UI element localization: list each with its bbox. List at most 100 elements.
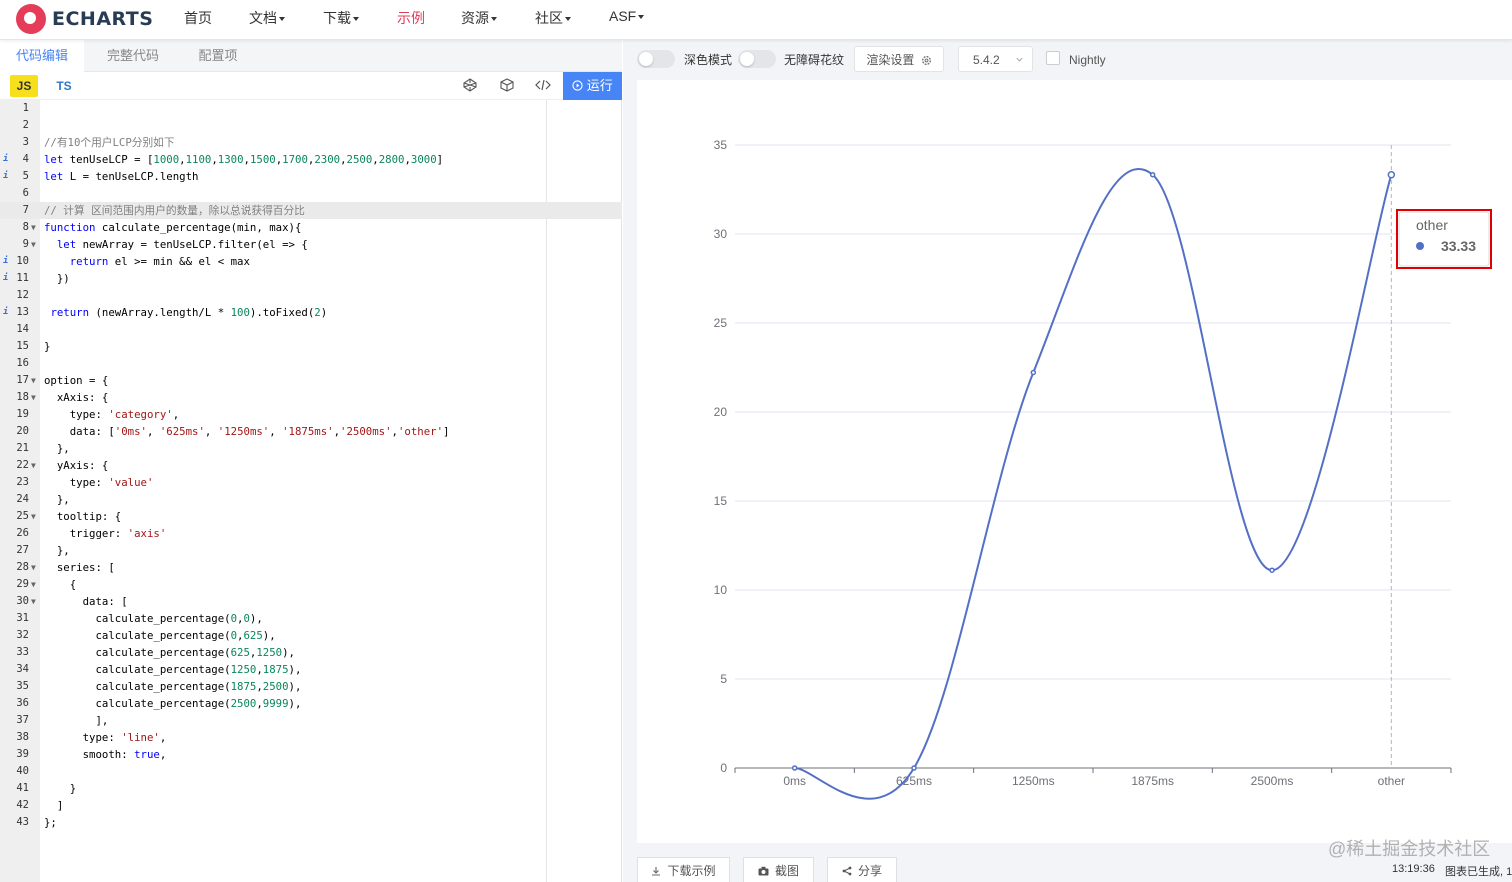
code-line[interactable]: 24 }, bbox=[0, 491, 622, 508]
code-text: calculate_percentage(0,0), bbox=[44, 612, 263, 625]
chart-container[interactable]: 0 5 10 15 20 25 30 35 0ms 625ms 1250ms 1875ms 2500ms… bbox=[637, 80, 1512, 843]
code-line[interactable]: 39 smooth: true, bbox=[0, 746, 622, 763]
nav-item-0[interactable]: 首页 bbox=[184, 8, 212, 28]
ts-toggle[interactable]: TS bbox=[50, 75, 78, 97]
nav-item-3[interactable]: 示例 bbox=[397, 8, 425, 28]
code-icon[interactable] bbox=[535, 78, 551, 95]
no-pattern-toggle[interactable] bbox=[738, 50, 776, 68]
data-point[interactable] bbox=[1149, 171, 1156, 178]
dark-mode-toggle[interactable] bbox=[637, 50, 675, 68]
render-settings-button[interactable]: 渲染设置 bbox=[854, 46, 944, 72]
screenshot-button[interactable]: 截图 bbox=[743, 857, 814, 882]
fold-arrow-icon[interactable]: ▼ bbox=[31, 372, 36, 389]
data-point[interactable] bbox=[911, 765, 917, 771]
y-tick-label: 35 bbox=[714, 138, 728, 152]
code-line[interactable]: 5 i let L = tenUseLCP.length bbox=[0, 168, 622, 185]
fold-arrow-icon[interactable]: ▼ bbox=[31, 236, 36, 253]
render-settings-label: 渲染设置 bbox=[866, 53, 915, 67]
code-line[interactable]: 17 ▼ option = { bbox=[0, 372, 622, 389]
data-point[interactable] bbox=[1269, 567, 1275, 573]
fold-arrow-icon[interactable]: ▼ bbox=[31, 508, 36, 525]
code-line[interactable]: 22 ▼ yAxis: { bbox=[0, 457, 622, 474]
code-line[interactable]: 14 bbox=[0, 321, 622, 338]
code-text: let tenUseLCP = [1000,1100,1300,1500,170… bbox=[44, 153, 444, 166]
code-line[interactable]: 6 bbox=[0, 185, 622, 202]
info-icon[interactable]: i bbox=[3, 168, 8, 185]
nightly-checkbox[interactable] bbox=[1046, 51, 1060, 65]
code-line[interactable]: 33 calculate_percentage(625,1250), bbox=[0, 644, 622, 661]
code-line[interactable]: 40 bbox=[0, 763, 622, 780]
code-line[interactable]: 38 type: 'line', bbox=[0, 729, 622, 746]
version-select[interactable]: 5.4.2 bbox=[958, 46, 1033, 72]
code-line[interactable]: 23 type: 'value' bbox=[0, 474, 622, 491]
caret-down-icon bbox=[491, 17, 497, 22]
nav-item-2[interactable]: 下载 bbox=[323, 8, 359, 28]
code-line[interactable]: 9 ▼ let newArray = tenUseLCP.filter(el =>… bbox=[0, 236, 622, 253]
data-point[interactable] bbox=[1387, 170, 1396, 179]
code-line[interactable]: 27 }, bbox=[0, 542, 622, 559]
code-line[interactable]: 30 ▼ data: [ bbox=[0, 593, 622, 610]
nav-item-5[interactable]: 社区 bbox=[535, 8, 571, 28]
line-chart[interactable]: 0 5 10 15 20 25 30 35 0ms 625ms 1250ms 1875ms 2500ms… bbox=[637, 80, 1512, 843]
code-line[interactable]: 41 } bbox=[0, 780, 622, 797]
fold-arrow-icon[interactable]: ▼ bbox=[31, 593, 36, 610]
echarts-logo[interactable]: ECHARTS bbox=[16, 2, 153, 36]
tab-option[interactable]: 配置项 bbox=[176, 40, 260, 72]
info-icon[interactable]: i bbox=[3, 151, 8, 168]
nav-item-6[interactable]: ASF bbox=[609, 8, 645, 24]
code-line[interactable]: 34 calculate_percentage(1250,1875), bbox=[0, 661, 622, 678]
code-line[interactable]: 31 calculate_percentage(0,0), bbox=[0, 610, 622, 627]
nav-item-4[interactable]: 资源 bbox=[461, 8, 497, 28]
code-line[interactable]: 7 // 计算 区间范围内用户的数量，除以总说获得百分比 bbox=[0, 202, 622, 219]
code-line[interactable]: 2 bbox=[0, 117, 622, 134]
data-point[interactable] bbox=[1030, 369, 1037, 376]
info-icon[interactable]: i bbox=[3, 304, 8, 321]
nav-item-1[interactable]: 文档 bbox=[249, 8, 285, 28]
run-button[interactable]: 运行 bbox=[563, 72, 622, 100]
code-line[interactable]: 36 calculate_percentage(2500,9999), bbox=[0, 695, 622, 712]
code-line[interactable]: 25 ▼ tooltip: { bbox=[0, 508, 622, 525]
code-line[interactable]: 21 }, bbox=[0, 440, 622, 457]
code-line[interactable]: 32 calculate_percentage(0,625), bbox=[0, 627, 622, 644]
info-icon[interactable]: i bbox=[3, 270, 8, 287]
info-icon[interactable]: i bbox=[3, 253, 8, 270]
code-line[interactable]: 10 i return el >= min && el < max bbox=[0, 253, 622, 270]
code-text: //有10个用户LCP分别如下 bbox=[44, 136, 175, 149]
code-line[interactable]: 8 ▼ function calculate_percentage(min, max… bbox=[0, 219, 622, 236]
code-line[interactable]: 18 ▼ xAxis: { bbox=[0, 389, 622, 406]
data-point[interactable] bbox=[791, 765, 798, 771]
line-number: 25 bbox=[16, 510, 29, 522]
code-line[interactable]: 35 calculate_percentage(1875,2500), bbox=[0, 678, 622, 695]
code-line[interactable]: 26 trigger: 'axis' bbox=[0, 525, 622, 542]
code-line[interactable]: 28 ▼ series: [ bbox=[0, 559, 622, 576]
code-line[interactable]: 4 i let tenUseLCP = [1000,1100,1300,1500,1… bbox=[0, 151, 622, 168]
tab-code-edit[interactable]: 代码编辑 bbox=[0, 40, 84, 72]
code-line[interactable]: 15} bbox=[0, 338, 622, 355]
download-example-button[interactable]: 下载示例 bbox=[637, 857, 730, 882]
fold-arrow-icon[interactable]: ▼ bbox=[31, 559, 36, 576]
code-line[interactable]: 20 data: ['0ms', '625ms', '1250ms', '187… bbox=[0, 423, 622, 440]
codesandbox-icon[interactable] bbox=[499, 78, 515, 95]
code-text: function calculate_percentage(min, max){ bbox=[44, 221, 302, 234]
code-line[interactable]: 11 i }) bbox=[0, 270, 622, 287]
code-line[interactable]: 19 type: 'category', bbox=[0, 406, 622, 423]
code-line[interactable]: 13 i return (newArray.length/L * 100).toF… bbox=[0, 304, 622, 321]
code-line[interactable]: 43}; bbox=[0, 814, 622, 831]
fold-arrow-icon[interactable]: ▼ bbox=[31, 219, 36, 236]
code-line[interactable]: 16 bbox=[0, 355, 622, 372]
code-line[interactable]: 3 //有10个用户LCP分别如下 bbox=[0, 134, 622, 151]
share-button[interactable]: 分享 bbox=[827, 857, 897, 882]
tab-full-code[interactable]: 完整代码 bbox=[90, 40, 176, 72]
code-editor[interactable]: 1 2 3//有10个用户LCP分别如下 4 i let tenUseLCP = [100… bbox=[0, 100, 622, 882]
code-line[interactable]: 37 ], bbox=[0, 712, 622, 729]
fold-arrow-icon[interactable]: ▼ bbox=[31, 576, 36, 593]
code-line[interactable]: 12 bbox=[0, 287, 622, 304]
code-line[interactable]: 29 ▼ { bbox=[0, 576, 622, 593]
code-line[interactable]: 42 ] bbox=[0, 797, 622, 814]
fold-arrow-icon[interactable]: ▼ bbox=[31, 389, 36, 406]
fold-arrow-icon[interactable]: ▼ bbox=[31, 457, 36, 474]
codepen-icon[interactable] bbox=[462, 78, 478, 95]
line-number: 26 bbox=[16, 527, 29, 539]
js-toggle[interactable]: JS bbox=[10, 75, 38, 97]
code-line[interactable]: 1 bbox=[0, 100, 622, 117]
